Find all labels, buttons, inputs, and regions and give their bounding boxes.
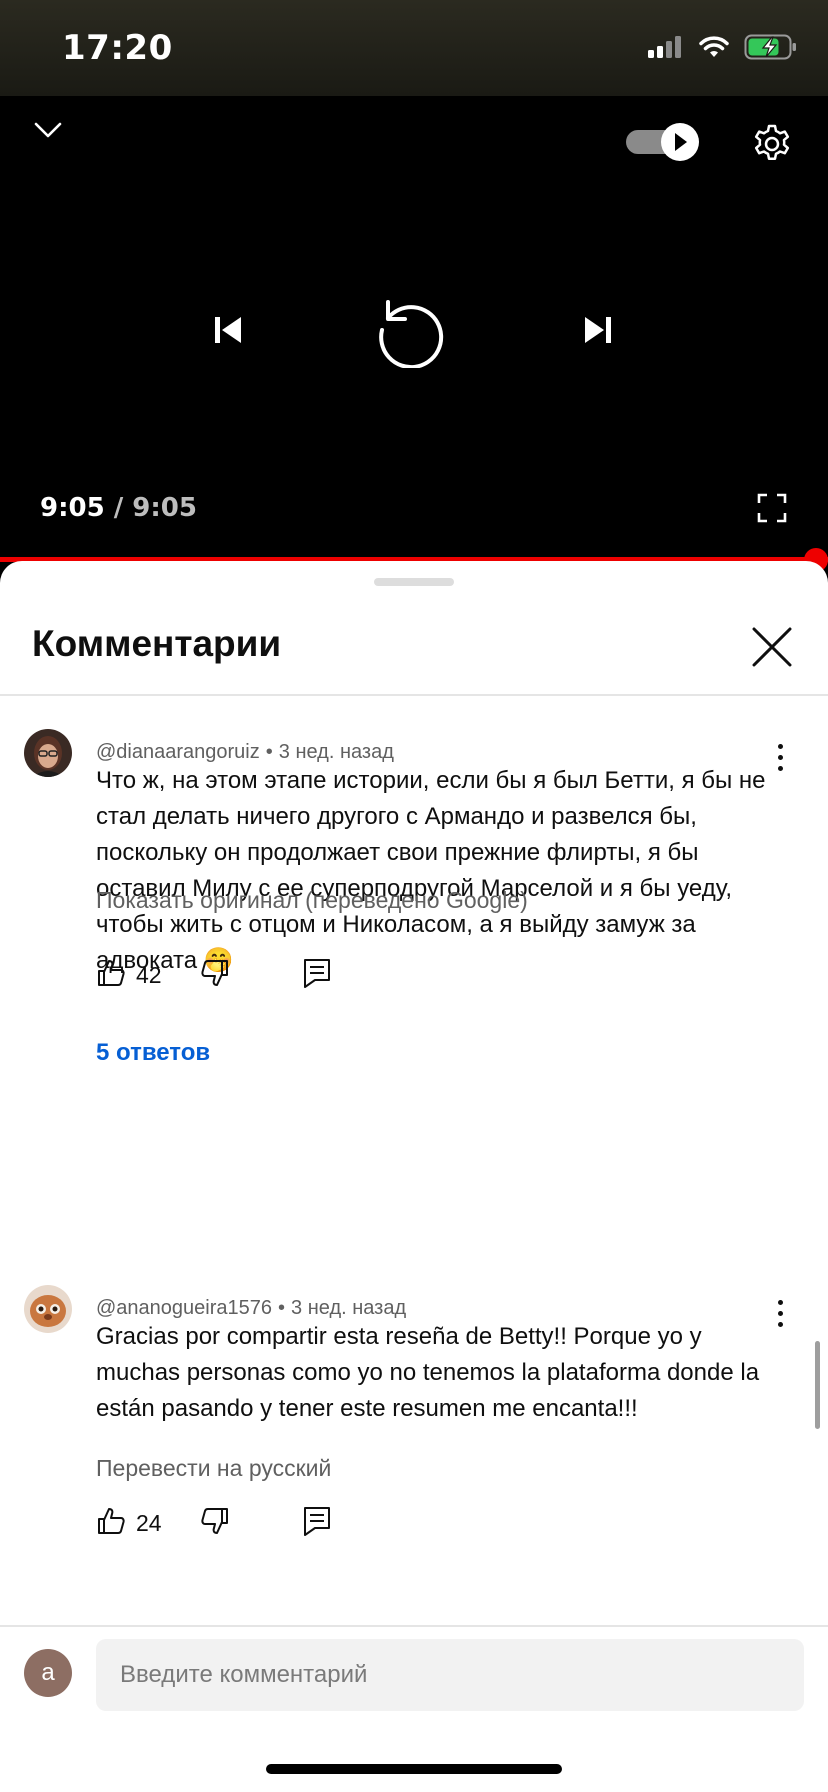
time-current: 9:05	[40, 493, 105, 523]
comment-time: 3 нед. назад	[278, 741, 394, 763]
thumbs-down-icon[interactable]	[200, 958, 230, 993]
wifi-icon	[699, 36, 729, 57]
time-separator: /	[113, 493, 124, 523]
divider	[0, 694, 828, 696]
replies-link[interactable]: 5 ответов	[96, 1039, 210, 1067]
video-player[interactable]: 9:05 / 9:05	[0, 96, 828, 561]
translate-link[interactable]: Показать оригинал (переведено Google)	[96, 887, 528, 914]
comment-meta: @dianaarangoruiz • 3 нед. назад	[96, 741, 394, 764]
replay-icon[interactable]	[374, 292, 450, 368]
comment-actions: 42	[96, 955, 332, 995]
translate-link[interactable]: Перевести на русский	[96, 1455, 331, 1482]
scrollbar[interactable]	[815, 1341, 820, 1429]
thumbs-up-icon[interactable]	[96, 1506, 126, 1541]
battery-charging-icon	[744, 34, 796, 60]
status-bar: 17:20	[0, 0, 828, 96]
drag-handle[interactable]	[374, 578, 454, 586]
fullscreen-icon[interactable]	[752, 488, 792, 528]
reply-icon[interactable]	[302, 1505, 332, 1542]
divider	[0, 1625, 828, 1627]
reply-icon[interactable]	[302, 957, 332, 994]
comment-text: Gracias por compartir esta reseña de Bet…	[96, 1323, 760, 1422]
time-display: 9:05 / 9:05	[40, 493, 197, 523]
meta-separator: •	[265, 741, 273, 763]
meta-separator: •	[278, 1297, 286, 1319]
status-icons	[648, 34, 798, 60]
comment-author[interactable]: @ananogueira1576	[96, 1297, 272, 1319]
avatar[interactable]	[24, 729, 72, 777]
time-total: 9:05	[132, 493, 197, 523]
comment-input[interactable]	[96, 1639, 804, 1711]
like-count: 42	[136, 961, 162, 988]
thumbs-down-icon[interactable]	[200, 1506, 230, 1541]
next-icon[interactable]	[576, 308, 620, 352]
comment-time: 3 нед. назад	[291, 1297, 407, 1319]
comment-meta: @ananogueira1576 • 3 нед. назад	[96, 1297, 406, 1320]
comments-sheet: Комментарии @dianaarangoruiz • 3 нед. наза…	[0, 561, 828, 1792]
user-avatar[interactable]: a	[24, 1649, 72, 1697]
comment-text: Что ж, на этом этапе истории, если бы я …	[96, 767, 766, 974]
gear-icon[interactable]	[750, 122, 794, 166]
thumbs-up-icon[interactable]	[96, 958, 126, 993]
comment-author[interactable]: @dianaarangoruiz	[96, 741, 260, 763]
autoplay-toggle-icon[interactable]	[624, 122, 702, 162]
previous-icon[interactable]	[206, 308, 250, 352]
cellular-signal-icon	[648, 36, 681, 58]
home-indicator[interactable]	[266, 1764, 562, 1774]
chevron-down-icon[interactable]	[28, 110, 68, 150]
status-time: 17:20	[62, 28, 173, 68]
avatar[interactable]	[24, 1285, 72, 1333]
sheet-title: Комментарии	[32, 623, 282, 664]
comment-actions: 24	[96, 1503, 332, 1543]
like-count: 24	[136, 1509, 162, 1536]
close-icon[interactable]	[746, 621, 798, 673]
